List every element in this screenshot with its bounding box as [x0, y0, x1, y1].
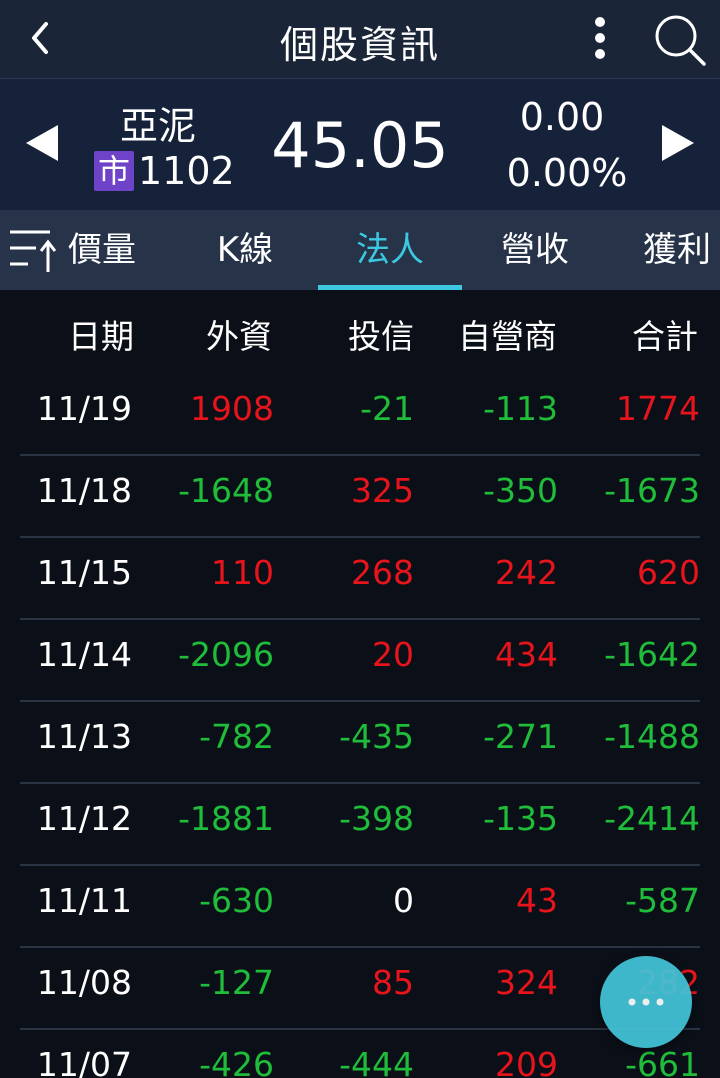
dealer-net-cell: -271 [483, 717, 558, 756]
date-cell: 11/13 [36, 717, 132, 756]
table-row: 11/15 110 268 242 620 [20, 536, 700, 620]
dealer-net-cell: -113 [483, 389, 558, 428]
dealer-net-cell: 209 [495, 1045, 558, 1078]
total-net-cell: 620 [637, 553, 700, 592]
column-header-total: 合計 [632, 317, 698, 356]
next-stock-button[interactable] [658, 121, 698, 165]
date-cell: 11/07 [36, 1045, 132, 1078]
date-cell: 11/19 [36, 389, 132, 428]
table-row: 11/14 -2096 20 434 -1642 [20, 618, 700, 702]
foreign-net-cell: 1908 [190, 389, 274, 428]
more-vertical-icon [595, 17, 605, 59]
table-header: 日期 外資 投信 自營商 合計 [0, 290, 720, 372]
sort-icon [10, 230, 57, 272]
foreign-net-cell: -1881 [178, 799, 274, 838]
column-header-foreign: 外資 [206, 317, 272, 356]
table-row: 11/07 -426 -444 209 -661 [20, 1028, 700, 1078]
tab-price-volume[interactable]: 價量 [60, 210, 144, 290]
date-cell: 11/08 [36, 963, 132, 1002]
total-net-cell: -661 [625, 1045, 700, 1078]
total-net-cell: -1673 [604, 471, 700, 510]
total-net-cell: -1642 [604, 635, 700, 674]
tab-k-line[interactable]: K線 [200, 210, 290, 290]
stock-name: 亞泥 [119, 104, 196, 148]
foreign-net-cell: -1648 [178, 471, 274, 510]
tab-institutional[interactable]: 法人 [318, 210, 462, 290]
date-cell: 11/18 [36, 471, 132, 510]
tab-profit[interactable]: 獲利 [634, 210, 720, 290]
trust-net-cell: 325 [351, 471, 414, 510]
date-cell: 11/15 [36, 553, 132, 592]
column-header-trust: 投信 [348, 317, 414, 356]
foreign-net-cell: -2096 [178, 635, 274, 674]
total-net-cell: -587 [625, 881, 700, 920]
stock-code: 1102 [138, 149, 235, 193]
dealer-net-cell: -135 [483, 799, 558, 838]
price-change-percent: 0.00% [506, 151, 628, 195]
foreign-net-cell: 110 [211, 553, 274, 592]
search-icon [655, 15, 706, 66]
trust-net-cell: -21 [360, 389, 414, 428]
column-header-dealer: 自營商 [458, 317, 557, 356]
table-row: 11/08-12785324282 [20, 946, 700, 1030]
dealer-net-cell: 324 [495, 963, 558, 1002]
trust-net-cell: -398 [339, 799, 414, 838]
foreign-net-cell: -782 [199, 717, 274, 756]
trust-net-cell: -435 [339, 717, 414, 756]
dealer-net-cell: -350 [483, 471, 558, 510]
stock-price: 45.05 [271, 109, 449, 182]
search-button[interactable] [652, 12, 708, 68]
stock-quote-panel: 亞泥 市 1102 45.05 0.00 0.00% [0, 79, 720, 210]
price-change: 0.00 [519, 95, 605, 139]
table-row: 11/12 -1881 -398 -135 -2414 [20, 782, 700, 866]
market-badge: 市 [94, 151, 134, 191]
tab-bar: 價量 K線 法人 營收 獲利 [0, 210, 720, 290]
date-cell: 11/12 [36, 799, 132, 838]
total-net-cell: -1488 [604, 717, 700, 756]
foreign-net-cell: -127 [199, 963, 274, 1002]
trust-net-cell: 0 [393, 881, 414, 920]
more-options-button[interactable] [586, 16, 614, 60]
dealer-net-cell: 43 [516, 881, 558, 920]
triangle-left-icon [26, 125, 58, 161]
more-horizontal-icon [628, 998, 664, 1006]
foreign-net-cell: -630 [199, 881, 274, 920]
foreign-net-cell: -426 [199, 1045, 274, 1078]
sort-button[interactable] [6, 226, 57, 274]
previous-stock-button[interactable] [22, 121, 62, 165]
trust-net-cell: 20 [372, 635, 414, 674]
date-cell: 11/11 [36, 881, 132, 920]
table-row: 11/18 -1648 325 -350 -1673 [20, 454, 700, 538]
dealer-net-cell: 242 [495, 553, 558, 592]
table-row: 11/19 1908 -21 -113 1774 [20, 372, 700, 456]
tab-revenue[interactable]: 營收 [490, 210, 580, 290]
table-row: 11/13 -782 -435 -271 -1488 [20, 700, 700, 784]
app-header: 個股資訊 [0, 0, 720, 79]
column-header-date: 日期 [68, 317, 134, 356]
floating-menu-button[interactable] [600, 956, 692, 1048]
trust-net-cell: 85 [372, 963, 414, 1002]
total-net-cell: -2414 [604, 799, 700, 838]
dealer-net-cell: 434 [495, 635, 558, 674]
triangle-right-icon [662, 125, 694, 161]
date-cell: 11/14 [36, 635, 132, 674]
trust-net-cell: 268 [351, 553, 414, 592]
total-net-cell: 1774 [616, 389, 700, 428]
table-row: 11/11 -630 0 43 -587 [20, 864, 700, 948]
institutional-trading-table[interactable]: 日期 外資 投信 自營商 合計 11/19 1908 -21 -113 1774 11/1… [0, 290, 720, 1078]
trust-net-cell: -444 [339, 1045, 414, 1078]
